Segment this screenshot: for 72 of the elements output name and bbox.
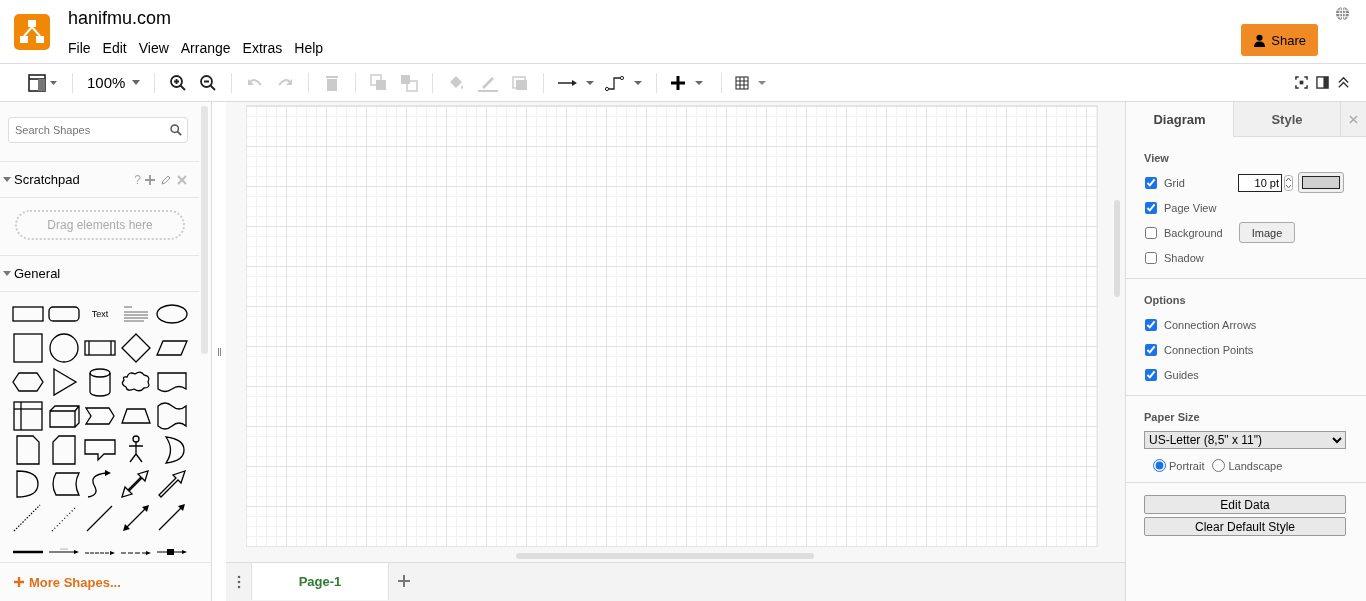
menu-item[interactable]: Edit — [96, 38, 133, 58]
checkbox[interactable] — [1145, 368, 1157, 381]
zoom-dropdown[interactable]: 100% — [81, 74, 147, 91]
radio-button[interactable] — [1212, 459, 1226, 472]
color-swatch — [1302, 176, 1340, 189]
checkbox[interactable] — [1145, 176, 1157, 189]
person-icon — [1253, 33, 1267, 47]
add-icon[interactable] — [145, 174, 155, 185]
option-label: Grid — [1164, 176, 1186, 189]
close-icon — [1349, 114, 1358, 124]
waypoint-icon[interactable] — [604, 73, 645, 92]
panel-button[interactable]: Clear Default Style — [1144, 517, 1346, 536]
splitter-handle-icon[interactable] — [217, 347, 221, 356]
page-menu-icon[interactable] — [237, 575, 241, 589]
image-button[interactable]: Image — [1239, 222, 1295, 243]
paper-size-dropdown[interactable]: US-Letter (8,5" x 11") — [1144, 431, 1346, 449]
menu-item[interactable]: File — [62, 38, 97, 58]
option-label: Connection Points — [1164, 343, 1254, 356]
option-label: Connection Arrows — [1164, 318, 1257, 331]
option-label: Shadow — [1164, 251, 1205, 264]
collapse-icon[interactable] — [1337, 76, 1350, 89]
panel-tab[interactable]: Style — [1233, 102, 1340, 137]
checkbox[interactable] — [1145, 201, 1157, 214]
section-title[interactable]: Scratchpad — [14, 172, 80, 187]
plus-icon — [14, 577, 24, 587]
checkbox[interactable] — [1145, 343, 1157, 356]
grid-size-field[interactable]: 10 pt — [1238, 173, 1282, 192]
text-shape[interactable]: Text — [85, 297, 115, 331]
section-title[interactable]: General — [14, 266, 61, 281]
checkbox[interactable] — [1145, 226, 1157, 239]
internal-storage-icon[interactable] — [10, 399, 46, 433]
option-label: Guides — [1164, 368, 1199, 381]
expand-caret-icon[interactable] — [3, 271, 11, 276]
fullscreen-icon[interactable] — [1295, 76, 1308, 89]
spinner-arrows-icon[interactable] — [1284, 174, 1293, 191]
format-panel-icon[interactable] — [28, 73, 58, 92]
panel-button[interactable]: Edit Data — [1144, 495, 1346, 514]
app-logo-icon — [14, 14, 50, 50]
square-icon[interactable] — [10, 331, 46, 365]
checkbox[interactable] — [1145, 318, 1157, 331]
caret-icon — [132, 80, 141, 85]
pencil-icon[interactable] — [161, 174, 171, 185]
menu-item[interactable]: View — [132, 38, 175, 58]
page-tab[interactable]: Page-1 — [251, 563, 389, 600]
add-page-icon[interactable] — [398, 575, 410, 587]
menu-item[interactable]: Extras — [236, 38, 289, 58]
scrollbar-thumb[interactable] — [1114, 200, 1120, 297]
menu-item[interactable]: Arrange — [174, 38, 237, 58]
section-heading: View — [1144, 152, 1170, 164]
globe-icon[interactable] — [1335, 6, 1350, 21]
tape-icon[interactable] — [154, 399, 190, 433]
share-button[interactable]: Share — [1241, 24, 1318, 56]
option-label: Landscape — [1228, 459, 1283, 472]
zoom-in-icon[interactable] — [169, 73, 188, 92]
search-field[interactable]: Search Shapes — [8, 117, 188, 143]
expand-caret-icon[interactable] — [3, 177, 11, 182]
document-title[interactable]: hanifmu.com — [68, 8, 330, 29]
zoom-out-icon[interactable] — [199, 73, 218, 92]
section-heading: Options — [1144, 294, 1187, 306]
section-heading: Paper Size — [1144, 411, 1201, 423]
grid-color-button[interactable] — [1298, 172, 1344, 193]
circle-icon[interactable] — [46, 331, 82, 365]
option-label: Portrait — [1169, 459, 1205, 472]
scrollbar-thumb[interactable] — [516, 553, 814, 559]
option-label: Page View — [1164, 201, 1218, 214]
search-icon[interactable] — [170, 124, 182, 136]
drop-zone: Drag elements here — [15, 210, 185, 240]
radio-button[interactable] — [1153, 459, 1166, 472]
panel-toggle-icon[interactable] — [1316, 76, 1329, 89]
option-label: Background — [1164, 226, 1224, 239]
menu-item[interactable]: Help — [288, 38, 330, 58]
checkbox[interactable] — [1145, 251, 1157, 264]
